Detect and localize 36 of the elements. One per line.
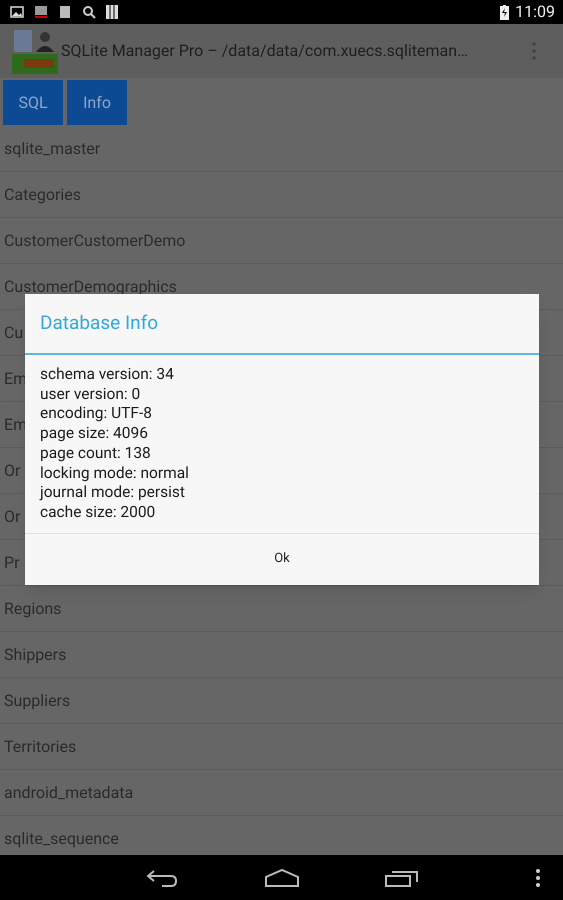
info-line: journal mode: persist (40, 483, 186, 503)
info-line: page count: 138 (40, 444, 152, 464)
app-title: SQLite Manager Pro – /data/data/com.xuecs.sqliteman… (61, 40, 468, 62)
info-line: user version: 0 (40, 384, 142, 404)
table-list-item[interactable]: Categories (4, 182, 81, 206)
battery-icon (500, 4, 510, 20)
table-list-item[interactable]: android_metadata (4, 780, 134, 804)
overflow-menu-icon[interactable] (535, 868, 541, 888)
home-icon[interactable] (264, 868, 300, 888)
info-line: schema version: 34 (40, 365, 175, 385)
app-logo-icon[interactable] (12, 28, 58, 74)
back-icon[interactable] (146, 868, 178, 888)
table-list-item[interactable]: CustomerCustomerDemo (4, 228, 186, 252)
ok-button[interactable]: Ok (25, 532, 539, 585)
info-line: page size: 4096 (40, 424, 149, 444)
toolbar-button[interactable]: Info (67, 80, 127, 125)
toolbar-button[interactable]: SQL (3, 80, 63, 125)
dialog-title: Database Info (40, 310, 158, 336)
table-list-item[interactable]: Shippers (4, 642, 66, 666)
table-list-item[interactable]: Or (4, 504, 20, 528)
table-list-item[interactable]: sqlite_sequence (4, 826, 119, 850)
table-list-item[interactable]: Or (4, 458, 20, 482)
table-list-item[interactable]: Regions (4, 596, 62, 620)
info-line: cache size: 2000 (40, 502, 156, 523)
clock: 11:09 (515, 1, 555, 23)
table-list-item[interactable]: Suppliers (4, 688, 70, 712)
table-list-item[interactable]: Territories (4, 734, 76, 758)
table-list-item[interactable]: Pr (4, 550, 20, 574)
document-icon (58, 5, 72, 19)
picture-icon (10, 6, 24, 18)
screen-icon (34, 5, 48, 19)
storage-icon (106, 5, 118, 19)
table-list-item[interactable]: Cu (4, 320, 24, 344)
info-line: encoding: UTF-8 (40, 404, 153, 424)
info-line: locking mode: normal (40, 464, 190, 484)
table-list-item[interactable]: sqlite_master (4, 136, 100, 160)
